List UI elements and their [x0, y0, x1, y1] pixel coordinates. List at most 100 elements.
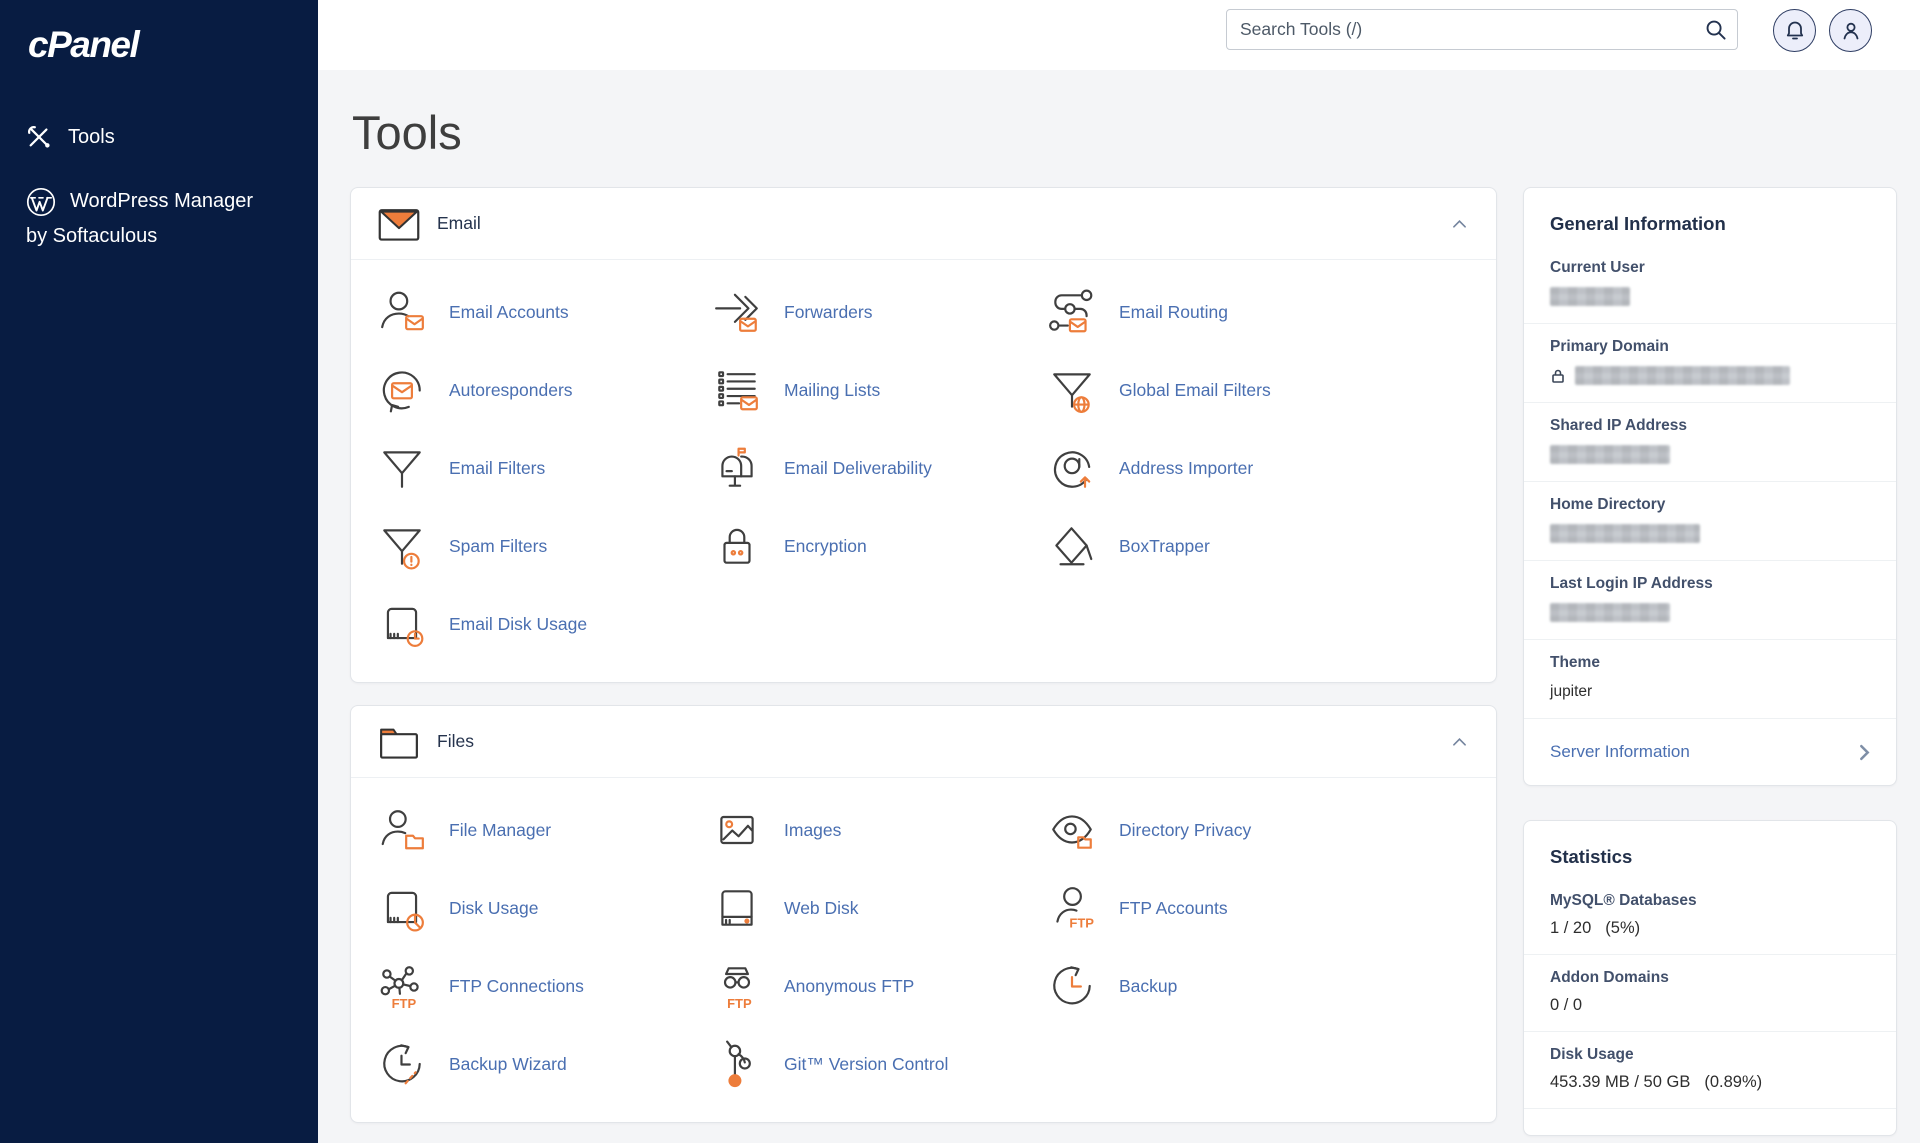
topbar: [318, 0, 1920, 70]
section-header: Email: [351, 188, 1496, 260]
email-section-card: Email Email Accounts Forwarders Email Ro…: [350, 187, 1497, 683]
mailing-lists-icon: [712, 365, 762, 415]
info-row-last-login-ip-address: Last Login IP Address: [1524, 561, 1896, 640]
tool-item-backup-wizard[interactable]: Backup Wizard: [377, 1038, 712, 1090]
tool-item-address-importer[interactable]: Address Importer: [1047, 442, 1470, 494]
search-input[interactable]: [1226, 9, 1738, 50]
cpanel-logo[interactable]: cPanel: [28, 24, 318, 66]
sidebar-item-tools[interactable]: Tools: [0, 114, 318, 160]
tool-item-global-email-filters[interactable]: Global Email Filters: [1047, 364, 1470, 416]
tool-item-email-accounts[interactable]: Email Accounts: [377, 286, 712, 338]
email-disk-usage-icon: [377, 599, 427, 649]
info-row-primary-domain: Primary Domain: [1524, 324, 1896, 403]
disk-usage-icon: [377, 883, 427, 933]
tool-item-email-deliverability[interactable]: Email Deliverability: [712, 442, 1047, 494]
tool-item-git-version-control[interactable]: Git™ Version Control: [712, 1038, 1047, 1090]
info-row-current-user: Current User: [1524, 245, 1896, 324]
server-information-link[interactable]: Server Information: [1524, 719, 1896, 785]
info-row-label: Theme: [1550, 654, 1870, 672]
bell-icon: [1783, 19, 1807, 43]
tool-item-disk-usage[interactable]: Disk Usage: [377, 882, 712, 934]
tool-item-images[interactable]: Images: [712, 804, 1047, 856]
search-icon: [1704, 18, 1727, 41]
redacted-value: [1550, 445, 1670, 464]
tool-item-encryption[interactable]: Encryption: [712, 520, 1047, 572]
collapse-email-section-button[interactable]: [1448, 215, 1470, 233]
email-accounts-icon: [377, 287, 427, 337]
tools-icon: [26, 124, 52, 150]
tool-item-anonymous-ftp[interactable]: FTP Anonymous FTP: [712, 960, 1047, 1012]
general-information-rows: Current User Primary Domain Shared IP Ad…: [1524, 245, 1896, 719]
email-tool-grid: Email Accounts Forwarders Email Routing …: [351, 260, 1496, 682]
tool-item-label: Address Importer: [1119, 458, 1253, 479]
tool-item-label: Email Disk Usage: [449, 614, 587, 635]
web-disk-icon: [712, 883, 762, 933]
info-row-value: [1550, 445, 1870, 464]
stat-row-value: 1 / 20(5%): [1550, 919, 1870, 938]
section-title: Files: [437, 731, 474, 752]
tool-item-label: FTP Accounts: [1119, 898, 1228, 919]
statistics-spacer: [1524, 1109, 1896, 1135]
tool-item-email-filters[interactable]: Email Filters: [377, 442, 712, 494]
tool-item-label: Email Filters: [449, 458, 545, 479]
stat-row-value: 453.39 MB / 50 GB(0.89%): [1550, 1073, 1870, 1092]
email-routing-icon: [1047, 287, 1097, 337]
tool-item-label: Disk Usage: [449, 898, 538, 919]
stat-row-mysql-databases: MySQL® Databases 1 / 20(5%): [1524, 878, 1896, 955]
boxtrapper-icon: [1047, 521, 1097, 571]
images-icon: [712, 805, 762, 855]
page-title: Tools: [352, 105, 1897, 160]
tool-item-backup[interactable]: Backup: [1047, 960, 1470, 1012]
info-row-label: Current User: [1550, 259, 1870, 277]
tool-item-autoresponders[interactable]: Autoresponders: [377, 364, 712, 416]
info-row-label: Primary Domain: [1550, 338, 1870, 356]
redacted-value: [1550, 603, 1670, 622]
backup-wizard-icon: [377, 1039, 427, 1089]
tool-item-label: Anonymous FTP: [784, 976, 914, 997]
collapse-files-section-button[interactable]: [1448, 733, 1470, 751]
info-row-theme: Theme jupiter: [1524, 640, 1896, 719]
account-button[interactable]: [1829, 9, 1872, 52]
tool-item-label: Backup Wizard: [449, 1054, 567, 1075]
notifications-button[interactable]: [1773, 9, 1816, 52]
tool-item-label: Directory Privacy: [1119, 820, 1251, 841]
general-information-title: General Information: [1524, 188, 1896, 245]
redacted-value: [1550, 524, 1700, 543]
tool-item-ftp-connections[interactable]: FTP FTP Connections: [377, 960, 712, 1012]
sidebar-nav: Tools WordPress Manager by Softaculous: [0, 114, 318, 264]
info-row-label: Shared IP Address: [1550, 417, 1870, 435]
value-text: jupiter: [1550, 683, 1592, 701]
spam-filters-icon: [377, 521, 427, 571]
address-importer-icon: [1047, 443, 1097, 493]
tool-item-web-disk[interactable]: Web Disk: [712, 882, 1047, 934]
email-deliverability-icon: [712, 443, 762, 493]
tool-item-email-routing[interactable]: Email Routing: [1047, 286, 1470, 338]
info-row-value: [1550, 603, 1870, 622]
main-content: Tools Email Email Accounts Forwarders Em…: [318, 70, 1920, 1143]
tool-item-label: Email Deliverability: [784, 458, 932, 479]
sidebar: cPanel Tools WordPress Manager by Softac…: [0, 0, 318, 1143]
tool-item-email-disk-usage[interactable]: Email Disk Usage: [377, 598, 712, 650]
tool-item-label: Git™ Version Control: [784, 1054, 948, 1075]
ftp-connections-icon: FTP: [377, 961, 427, 1011]
encryption-icon: [712, 521, 762, 571]
tool-item-spam-filters[interactable]: Spam Filters: [377, 520, 712, 572]
tool-item-mailing-lists[interactable]: Mailing Lists: [712, 364, 1047, 416]
tool-item-ftp-accounts[interactable]: FTP FTP Accounts: [1047, 882, 1470, 934]
sidebar-item-wordpress-manager[interactable]: WordPress Manager by Softaculous: [0, 174, 318, 264]
tool-item-label: Images: [784, 820, 841, 841]
stat-row-disk-usage: Disk Usage 453.39 MB / 50 GB(0.89%): [1524, 1032, 1896, 1109]
tool-item-directory-privacy[interactable]: Directory Privacy: [1047, 804, 1470, 856]
file-manager-icon: [377, 805, 427, 855]
tool-item-label: Email Accounts: [449, 302, 569, 323]
backup-icon: [1047, 961, 1097, 1011]
tool-item-label: Email Routing: [1119, 302, 1228, 323]
tool-item-file-manager[interactable]: File Manager: [377, 804, 712, 856]
tool-item-forwarders[interactable]: Forwarders: [712, 286, 1047, 338]
forwarders-icon: [712, 287, 762, 337]
tool-item-label: FTP Connections: [449, 976, 584, 997]
tool-item-boxtrapper[interactable]: BoxTrapper: [1047, 520, 1470, 572]
tool-item-label: BoxTrapper: [1119, 536, 1210, 557]
chevron-up-icon: [1452, 737, 1467, 747]
sidebar-item-label: Tools: [68, 126, 115, 149]
